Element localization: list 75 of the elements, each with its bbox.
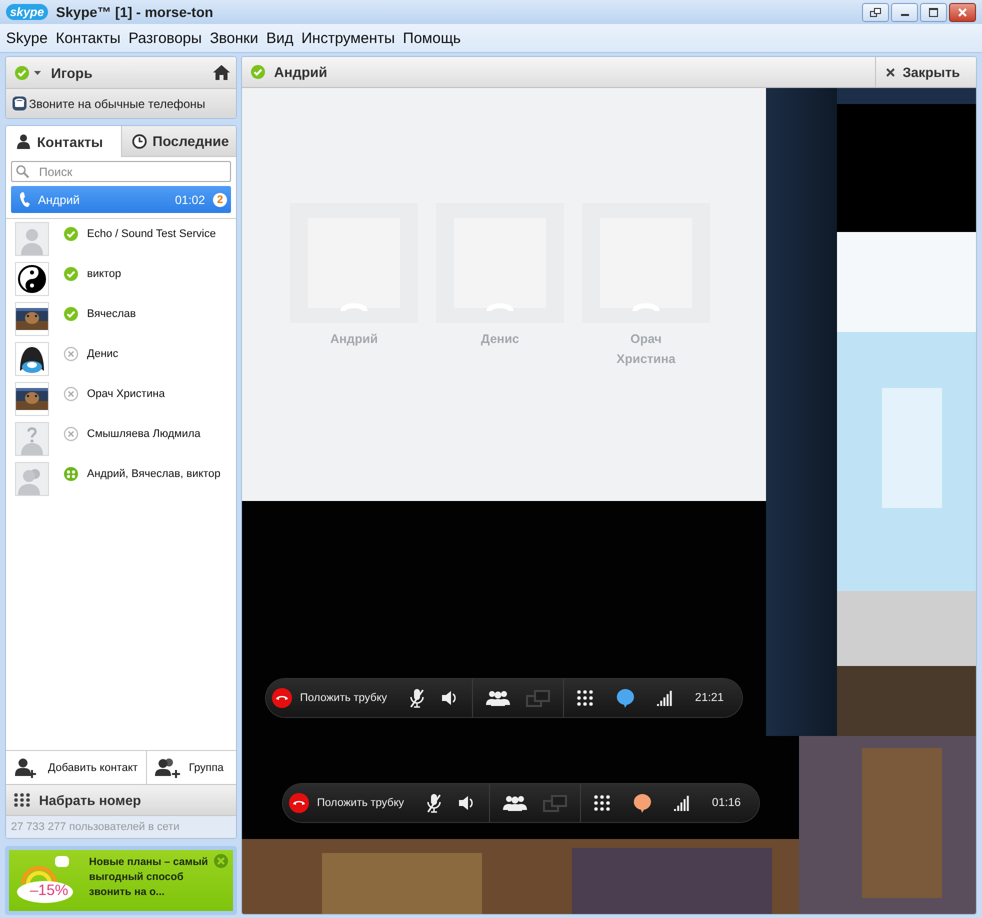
home-icon[interactable] — [213, 65, 230, 80]
menu-item[interactable]: Инструменты — [297, 30, 399, 46]
signal-strength-icon — [674, 795, 690, 811]
app-logo: skype — [6, 4, 48, 20]
participant-name: Орач Христина — [616, 331, 676, 368]
chat-bubble-icon[interactable] — [615, 688, 636, 708]
discount-label: –15% — [30, 882, 68, 899]
unread-count: 2 — [213, 192, 227, 206]
dialpad-icon — [14, 793, 30, 807]
menu-item[interactable]: Контакты — [52, 30, 124, 46]
menu-item[interactable]: Разговоры — [124, 30, 206, 46]
maximize-icon — [929, 8, 938, 16]
dialpad-icon[interactable] — [577, 690, 594, 706]
compact-view-button[interactable] — [862, 2, 889, 22]
participants-icon[interactable] — [503, 795, 528, 811]
yin-yang-avatar-icon — [15, 262, 49, 296]
screen-share-icon — [526, 690, 550, 706]
contact-name[interactable]: Смышляева Людмила — [87, 428, 201, 440]
add-contact-icon — [14, 758, 38, 778]
screen-share-icon — [543, 794, 568, 812]
avatar-silhouette-icon — [15, 222, 49, 256]
promo-banner[interactable]: –15% Новые планы – самый выгодный способ звонить на о... — [5, 846, 237, 915]
contact-name[interactable]: Денис — [87, 348, 118, 360]
minimize-icon — [900, 14, 908, 16]
call-time: 21:21 — [695, 692, 724, 704]
contact-name[interactable]: Андрий, Вячеслав, виктор — [87, 468, 220, 480]
group-avatar-icon — [15, 462, 49, 496]
helmet-avatar-icon — [15, 342, 49, 376]
muted-microphone-icon[interactable] — [426, 793, 442, 813]
conversation-title: Андрий — [274, 64, 328, 80]
unknown-avatar-icon — [15, 422, 49, 456]
muted-microphone-icon[interactable] — [409, 688, 426, 708]
caret-icon — [34, 70, 41, 74]
chat-bubble-icon[interactable] — [632, 793, 652, 813]
phone-icon — [12, 96, 27, 111]
hang-up-button[interactable]: Положить трубку — [272, 688, 388, 708]
participant-name: Денис — [480, 331, 520, 348]
contact-name[interactable]: Орач Христина — [87, 388, 165, 400]
profile-bar[interactable]: Игорь — [6, 57, 236, 89]
person-icon — [16, 134, 31, 149]
promo-text: Новые планы – самый выгодный способ звонить на о... — [89, 855, 210, 900]
menu-item[interactable]: Skype — [2, 30, 52, 46]
clock-icon — [132, 134, 146, 148]
add-group-icon — [154, 758, 181, 778]
hang-up-icon — [272, 688, 292, 708]
contact-name: Андрий — [38, 192, 81, 206]
online-users-count: 27 733 277 пользователей в сети — [6, 816, 236, 838]
contact-name[interactable]: виктор — [87, 268, 122, 280]
windows-icon — [870, 8, 881, 16]
call-duration: 01:02 — [174, 192, 205, 206]
close-button[interactable] — [949, 2, 976, 22]
call-time: 01:16 — [712, 797, 741, 809]
dialpad-icon[interactable] — [594, 795, 610, 811]
window-title: Skype™ [1] - morse-ton — [56, 4, 214, 20]
sidebar-tab[interactable]: Последние — [120, 126, 236, 157]
close-icon — [958, 8, 967, 16]
maximize-button[interactable] — [920, 2, 947, 22]
dial-number-button[interactable]: Набрать номер — [6, 784, 236, 816]
hang-up-icon — [289, 793, 309, 813]
participant-name: Андрий — [329, 331, 379, 348]
signal-strength-icon — [657, 690, 674, 706]
menu-item[interactable]: Вид — [262, 30, 298, 46]
close-icon — [886, 68, 895, 76]
contact-name[interactable]: Echo / Sound Test Service — [87, 228, 216, 240]
minimize-button[interactable] — [891, 2, 918, 22]
menu-item[interactable]: Помощь — [398, 30, 465, 46]
contact-name[interactable]: Вячеслав — [87, 308, 136, 320]
search-field[interactable]: Поиск — [11, 161, 231, 182]
phone-handset-icon — [20, 192, 30, 207]
menu-item[interactable]: Звонки — [206, 30, 262, 46]
close-conversation-button[interactable]: Закрыть — [874, 57, 976, 87]
call-phones-link[interactable]: Звоните на обычные телефоны — [6, 89, 236, 118]
participants-icon[interactable] — [486, 690, 510, 706]
profile-name: Игорь — [51, 64, 94, 80]
hang-up-button[interactable]: Положить трубку — [289, 793, 404, 813]
